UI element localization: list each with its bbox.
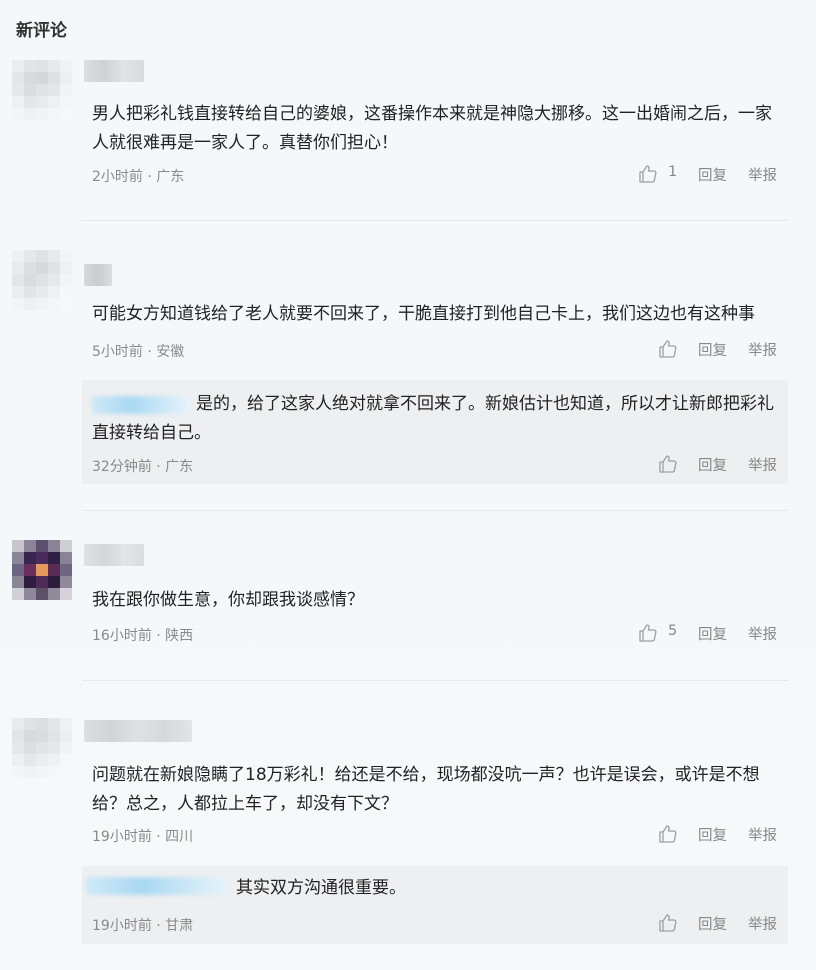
reply-button[interactable]: 回复 (698, 339, 727, 360)
avatar[interactable] (12, 718, 72, 778)
reply-button[interactable]: 回复 (698, 164, 727, 185)
thumbs-up-icon[interactable] (658, 913, 678, 933)
reply-box: 是的，给了这家人绝对就拿不回来了。新娘估计也知道，所以才让新郎把彩礼直接转给自己… (82, 380, 788, 484)
reply-meta: 32分钟前 · 广东 (92, 459, 194, 475)
report-button[interactable]: 举报 (748, 824, 777, 845)
comment-meta: 5小时前 · 安徽 (92, 344, 185, 360)
comment-meta: 19小时前 · 四川 (92, 829, 194, 845)
like-count: 5 (668, 623, 678, 639)
comment-meta: 16小时前 · 陕西 (92, 628, 194, 644)
username[interactable] (84, 264, 112, 286)
report-button[interactable]: 举报 (748, 913, 777, 934)
report-button[interactable]: 举报 (748, 164, 777, 185)
reply-text: 是的，给了这家人绝对就拿不回来了。新娘估计也知道，所以才让新郎把彩礼直接转给自己… (92, 394, 774, 443)
comment-actions: 5 回复 举报 (638, 623, 788, 643)
thumbs-up-icon[interactable] (658, 339, 678, 359)
reply-meta: 19小时前 · 甘肃 (92, 918, 194, 934)
avatar[interactable] (12, 250, 72, 310)
reply-username[interactable] (86, 877, 228, 895)
section-title: 新评论 (16, 21, 67, 41)
comment-text: 我在跟你做生意，你却跟我谈感情？ (92, 590, 364, 610)
divider (82, 220, 788, 221)
like-count: 1 (668, 164, 678, 180)
comment-meta: 2小时前 · 广东 (92, 169, 185, 185)
thumbs-up-icon[interactable] (658, 454, 678, 474)
divider (82, 510, 788, 511)
avatar[interactable] (12, 60, 72, 120)
reply-button[interactable]: 回复 (698, 913, 727, 934)
report-button[interactable]: 举报 (748, 623, 777, 644)
thumbs-up-icon[interactable] (638, 164, 658, 184)
avatar[interactable] (12, 540, 72, 600)
divider (82, 680, 788, 681)
report-button[interactable]: 举报 (748, 339, 777, 360)
report-button[interactable]: 举报 (748, 454, 777, 475)
comment-text: 男人把彩礼钱直接转给自己的婆娘，这番操作本来就是神隐大挪移。这一出婚闹之后，一家… (92, 104, 772, 153)
thumbs-up-icon[interactable] (638, 623, 658, 643)
reply-button[interactable]: 回复 (698, 824, 727, 845)
username[interactable] (84, 544, 144, 566)
reply-button[interactable]: 回复 (698, 623, 727, 644)
comment-actions: 回复 举报 (638, 339, 788, 359)
comment-actions: 1 回复 举报 (638, 164, 788, 184)
reply-actions: 回复 举报 (638, 454, 788, 474)
thumbs-up-icon[interactable] (658, 824, 678, 844)
reply-actions: 回复 举报 (638, 913, 788, 933)
reply-box: 其实双方沟通很重要。 19小时前 · 甘肃 回复 举报 (82, 866, 788, 944)
reply-button[interactable]: 回复 (698, 454, 727, 475)
username[interactable] (84, 720, 192, 742)
comment-text: 可能女方知道钱给了老人就要不回来了，干脆直接打到他自己卡上，我们这边也有这种事 (92, 304, 755, 324)
comment-text: 问题就在新娘隐瞒了18万彩礼！给还是不给，现场都没吭一声？也许是误会，或许是不想… (92, 765, 760, 814)
comment-actions: 回复 举报 (638, 824, 788, 844)
reply-text: 其实双方沟通很重要。 (236, 878, 406, 898)
username[interactable] (84, 60, 144, 82)
